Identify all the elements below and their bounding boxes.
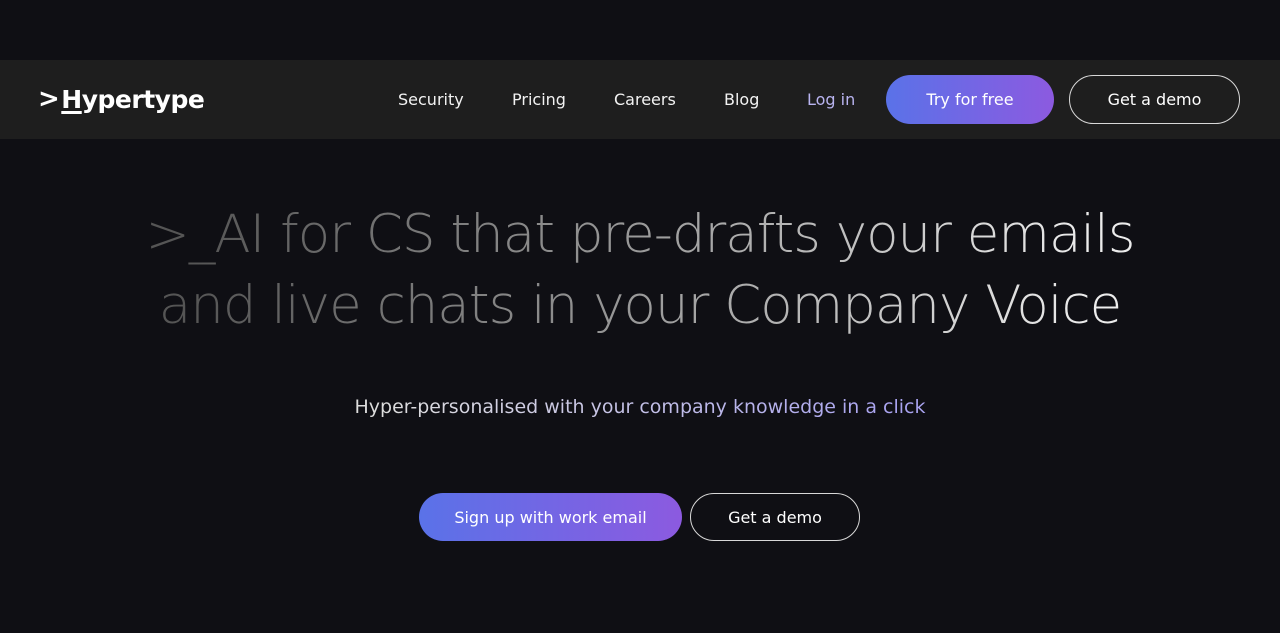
hero-title-line2: and live chats in your Company Voice [0,275,1280,336]
hero-subtitle: Hyper-personalised with your company kno… [0,396,1280,418]
nav-careers[interactable]: Careers [614,90,676,109]
try-free-button[interactable]: Try for free [886,75,1054,124]
logo[interactable]: > Hypertype [38,84,205,114]
top-nav: > Hypertype Security Pricing Careers Blog… [0,60,1280,139]
nav-blog[interactable]: Blog [724,90,759,109]
hero-get-demo-button[interactable]: Get a demo [690,493,860,541]
nav-pricing[interactable]: Pricing [512,90,566,109]
nav-security[interactable]: Security [398,90,464,109]
logo-text: Hypertype [61,84,205,114]
nav-login[interactable]: Log in [807,90,855,109]
hero-title-line1: >_AI for CS that pre-drafts your emails [0,204,1280,265]
signup-button[interactable]: Sign up with work email [419,493,682,541]
chevron-icon: > [38,84,60,114]
nav-get-demo-button[interactable]: Get a demo [1069,75,1240,124]
